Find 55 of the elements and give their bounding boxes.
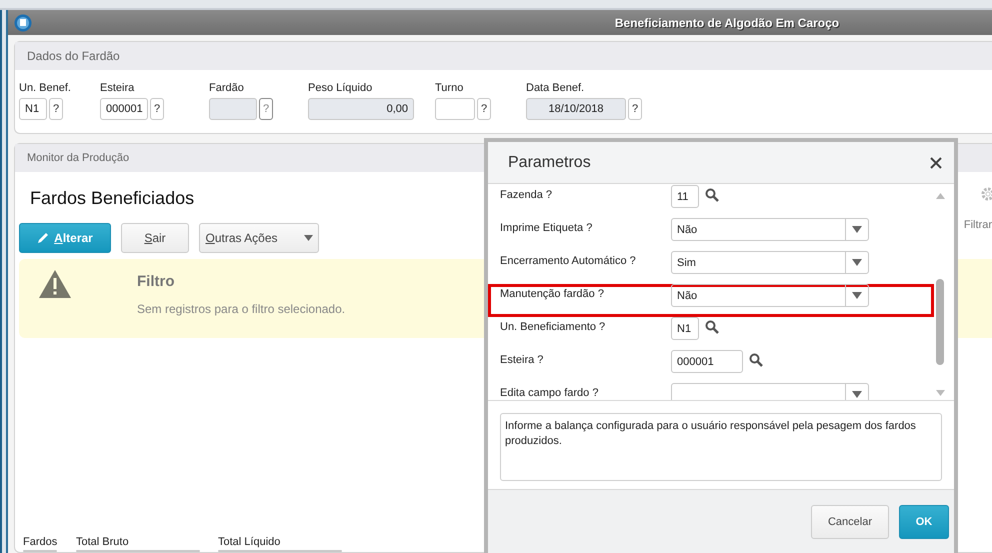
parameter-label: Edita campo fardo ? bbox=[500, 386, 600, 400]
scroll-down-icon[interactable] bbox=[936, 390, 944, 396]
action-button[interactable]: Sair bbox=[121, 223, 189, 253]
total-label: Total Líquido bbox=[218, 536, 282, 548]
filter-link[interactable]: Filtrar bbox=[964, 219, 992, 231]
panel-title: Dados do Fardão bbox=[27, 49, 120, 63]
parameter-label: Esteira ? bbox=[500, 353, 544, 368]
input-field[interactable]: 000001 bbox=[671, 350, 743, 373]
input-field[interactable]: 000001 bbox=[100, 98, 148, 120]
caret-icon bbox=[852, 226, 862, 233]
parameter-label: Manutenção fardão ? bbox=[500, 287, 605, 302]
app-logo-icon bbox=[14, 14, 32, 32]
cancel-button[interactable]: Cancelar bbox=[811, 505, 889, 539]
scroll-up-icon[interactable] bbox=[936, 193, 944, 199]
input-field[interactable]: 11 bbox=[671, 185, 699, 208]
search-icon[interactable] bbox=[705, 320, 719, 334]
description-text: Informe a balança configurada para o usuário responsável pela pesagem dos fardos produzidos. bbox=[500, 413, 942, 481]
total-label: Fardos bbox=[23, 536, 58, 548]
help-button[interactable]: ? bbox=[477, 98, 491, 120]
parameter-label: Un. Beneficiamento ? bbox=[500, 320, 606, 335]
select-field[interactable]: Sim bbox=[671, 251, 869, 274]
parameter-label: Imprime Etiqueta ? bbox=[500, 221, 594, 236]
parameter-label: Fazenda ? bbox=[500, 188, 553, 203]
alert-title: Filtro bbox=[137, 273, 176, 290]
panel-title: Monitor da Produção bbox=[27, 152, 130, 164]
field-label: Data Benef. bbox=[526, 82, 586, 95]
warning-icon bbox=[38, 269, 72, 299]
total-label: Total Bruto bbox=[76, 536, 130, 548]
input-field[interactable]: N1 bbox=[671, 317, 699, 340]
input-field[interactable] bbox=[435, 98, 475, 120]
search-icon[interactable] bbox=[749, 353, 763, 367]
search-icon[interactable] bbox=[705, 188, 719, 202]
field-label: Turno bbox=[435, 82, 464, 95]
caret-icon bbox=[852, 259, 862, 266]
dialog-title: Parametros bbox=[508, 154, 591, 172]
field-label: Peso Líquido bbox=[308, 82, 374, 95]
select-field[interactable]: Não bbox=[671, 218, 869, 241]
alert-message: Sem registros para o filtro selecionado. bbox=[137, 302, 346, 316]
help-button[interactable]: ? bbox=[49, 98, 63, 120]
select-field[interactable]: Não bbox=[671, 284, 869, 307]
field-label: Fardão bbox=[209, 82, 245, 95]
pencil-icon bbox=[37, 232, 50, 244]
dropdown-button[interactable]: Outras Ações bbox=[199, 223, 319, 253]
input-field[interactable]: N1 bbox=[19, 98, 47, 120]
help-button[interactable]: ? bbox=[150, 98, 164, 120]
caret-icon bbox=[304, 235, 313, 241]
field-label: Esteira bbox=[100, 82, 136, 95]
field-label: Un. Benef. bbox=[19, 82, 72, 95]
gear-icon[interactable] bbox=[981, 187, 992, 201]
close-icon[interactable] bbox=[930, 156, 942, 168]
section-heading: Fardos Beneficiados bbox=[30, 188, 194, 210]
parameter-label: Encerramento Automático ? bbox=[500, 254, 637, 269]
caret-icon bbox=[852, 292, 862, 299]
window-title: Beneficiamento de Algodão Em Caroço bbox=[614, 16, 840, 30]
caret-icon bbox=[852, 391, 862, 398]
